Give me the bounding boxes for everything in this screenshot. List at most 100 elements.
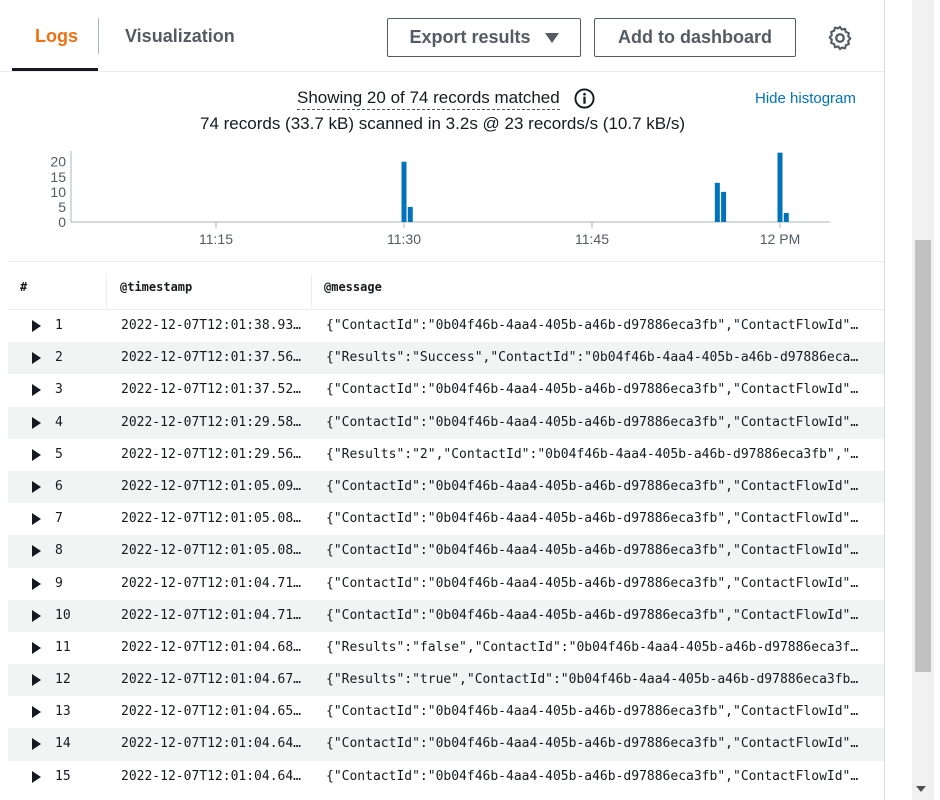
row-number: 9 — [55, 575, 63, 591]
scroll-down-arrow-icon[interactable] — [916, 786, 926, 792]
row-number: 11 — [55, 639, 71, 655]
table-row[interactable]: 8 2022-12-07T12:01:05.08… {"ContactId":"0b… — [8, 535, 884, 568]
info-icon[interactable] — [574, 88, 595, 109]
row-message: {"Results":"Success","ContactId":"0b04f4… — [326, 350, 859, 366]
row-timestamp: 2022-12-07T12:01:37.52… — [121, 382, 302, 398]
x-tick-label: 11:45 — [575, 231, 609, 247]
row-timestamp: 2022-12-07T12:01:29.58… — [121, 414, 302, 430]
table-row[interactable]: 14 2022-12-07T12:01:04.64… {"ContactId":"0… — [8, 728, 884, 761]
row-timestamp: 2022-12-07T12:01:05.08… — [121, 511, 302, 527]
row-number: 1 — [55, 318, 63, 333]
table-row[interactable]: 11 2022-12-07T12:01:04.68… {"Results":"fal… — [8, 632, 884, 664]
histogram-bar — [407, 206, 413, 222]
export-results-button[interactable]: Export results — [387, 18, 581, 57]
table-row[interactable]: 6 2022-12-07T12:01:05.09… {"ContactId":"0b… — [8, 470, 884, 504]
row-message: {"Results":"2","ContactId":"0b04f46b-4aa… — [326, 446, 859, 462]
row-message: {"ContactId":"0b04f46b-4aa4-405b-a46b-d9… — [326, 607, 859, 623]
caret-right-icon[interactable] — [32, 674, 41, 687]
tab-visualization[interactable]: Visualization — [125, 20, 235, 52]
table-row[interactable]: 13 2022-12-07T12:01:04.65… {"ContactId":"0… — [8, 696, 884, 728]
row-message: {"ContactId":"0b04f46b-4aa4-405b-a46b-d9… — [326, 736, 859, 752]
row-message: {"ContactId":"0b04f46b-4aa4-405b-a46b-d9… — [326, 318, 859, 333]
caret-right-icon[interactable] — [32, 770, 41, 783]
row-message: {"ContactId":"0b04f46b-4aa4-405b-a46b-d9… — [326, 511, 859, 527]
table-row[interactable]: 1 2022-12-07T12:01:38.93… {"ContactId":"0b… — [8, 310, 884, 342]
export-results-label: Export results — [409, 27, 531, 47]
table-row[interactable]: 4 2022-12-07T12:01:29.58… {"ContactId":"0b… — [8, 406, 884, 439]
tab-logs[interactable]: Logs — [35, 20, 78, 52]
x-tick-label: 11:30 — [387, 231, 421, 247]
caret-right-icon[interactable] — [32, 352, 41, 365]
column-header-number[interactable]: # — [20, 280, 27, 294]
row-timestamp: 2022-12-07T12:01:04.71… — [121, 607, 302, 623]
active-tab-indicator — [12, 68, 98, 71]
caret-right-icon[interactable] — [32, 448, 41, 461]
y-tick-label: 15 — [50, 169, 66, 185]
caret-right-icon[interactable] — [32, 320, 41, 332]
caret-right-icon[interactable] — [32, 609, 41, 622]
caret-right-icon[interactable] — [32, 480, 41, 493]
row-timestamp: 2022-12-07T12:01:04.71… — [121, 575, 302, 591]
row-message: {"Results":"true","ContactId":"0b04f46b-… — [326, 672, 859, 688]
column-header-timestamp[interactable]: @timestamp — [120, 280, 192, 294]
y-tick-label: 10 — [50, 184, 66, 200]
row-timestamp: 2022-12-07T12:01:04.64… — [121, 736, 302, 752]
row-number: 12 — [55, 672, 71, 688]
row-timestamp: 2022-12-07T12:01:05.08… — [121, 543, 302, 559]
caret-right-icon[interactable] — [32, 706, 41, 719]
gear-icon[interactable] — [826, 24, 854, 52]
row-timestamp: 2022-12-07T12:01:04.65… — [121, 704, 302, 720]
column-divider[interactable] — [106, 274, 107, 308]
row-number: 6 — [55, 478, 63, 494]
caret-right-icon[interactable] — [32, 641, 41, 654]
histogram-bar — [783, 212, 789, 222]
column-divider[interactable] — [311, 274, 312, 308]
y-tick-label: 0 — [58, 214, 66, 230]
table-row[interactable]: 3 2022-12-07T12:01:37.52… {"ContactId":"0b… — [8, 374, 884, 406]
table-body: 1 2022-12-07T12:01:38.93… {"ContactId":"0b… — [8, 310, 884, 793]
caret-right-icon[interactable] — [32, 384, 41, 397]
caret-right-icon[interactable] — [32, 513, 41, 526]
row-message: {"ContactId":"0b04f46b-4aa4-405b-a46b-d9… — [326, 768, 859, 784]
table-row[interactable]: 9 2022-12-07T12:01:04.71… {"ContactId":"0b… — [8, 568, 884, 600]
column-header-message[interactable]: @message — [324, 280, 382, 294]
table-row[interactable]: 7 2022-12-07T12:01:05.08… {"ContactId":"0b… — [8, 503, 884, 535]
table-row[interactable]: 2 2022-12-07T12:01:37.56… {"Results":"Succ… — [8, 342, 884, 375]
row-timestamp: 2022-12-07T12:01:38.93… — [121, 318, 302, 333]
caret-right-icon[interactable] — [32, 416, 41, 429]
histogram-bar — [721, 191, 727, 222]
row-timestamp: 2022-12-07T12:01:05.09… — [121, 478, 302, 494]
table-row[interactable]: 10 2022-12-07T12:01:04.71… {"ContactId":"0… — [8, 599, 884, 632]
caret-right-icon[interactable] — [32, 577, 41, 590]
row-number: 14 — [55, 736, 71, 752]
row-number: 5 — [55, 446, 63, 462]
tab-divider — [98, 18, 99, 54]
records-scanned-text: 74 records (33.7 kB) scanned in 3.2s @ 2… — [200, 114, 685, 133]
add-to-dashboard-button[interactable]: Add to dashboard — [594, 18, 796, 57]
table-row[interactable]: 15 2022-12-07T12:01:04.64… {"ContactId":"0… — [8, 761, 884, 793]
row-message: {"ContactId":"0b04f46b-4aa4-405b-a46b-d9… — [326, 543, 859, 559]
row-number: 7 — [55, 511, 63, 527]
histogram-separator — [8, 261, 884, 262]
histogram-bar — [714, 182, 720, 222]
tab-bar: Logs Visualization Export results Add to… — [0, 0, 884, 72]
records-matched-text: Showing 20 of 74 records matched — [297, 88, 560, 110]
row-timestamp: 2022-12-07T12:01:04.68… — [121, 639, 302, 655]
row-number: 8 — [55, 543, 63, 559]
row-message: {"ContactId":"0b04f46b-4aa4-405b-a46b-d9… — [326, 575, 859, 591]
results-table: # @timestamp @message 1 2022-12-07T12:01:… — [8, 270, 884, 793]
table-row[interactable]: 5 2022-12-07T12:01:29.56… {"Results":"2","… — [8, 439, 884, 471]
row-timestamp: 2022-12-07T12:01:29.56… — [121, 446, 302, 462]
row-number: 3 — [55, 382, 63, 398]
row-timestamp: 2022-12-07T12:01:37.56… — [121, 350, 302, 366]
row-number: 2 — [55, 350, 63, 366]
hide-histogram-link[interactable]: Hide histogram — [755, 90, 856, 107]
row-timestamp: 2022-12-07T12:01:04.67… — [121, 672, 302, 688]
table-row[interactable]: 12 2022-12-07T12:01:04.67… {"Results":"tru… — [8, 664, 884, 697]
y-tick-label: 20 — [50, 154, 66, 170]
scrollbar-thumb[interactable] — [915, 240, 931, 672]
caret-right-icon[interactable] — [32, 738, 41, 751]
x-tick-label: 11:15 — [199, 231, 233, 247]
row-message: {"ContactId":"0b04f46b-4aa4-405b-a46b-d9… — [326, 704, 859, 720]
caret-right-icon[interactable] — [32, 545, 41, 558]
